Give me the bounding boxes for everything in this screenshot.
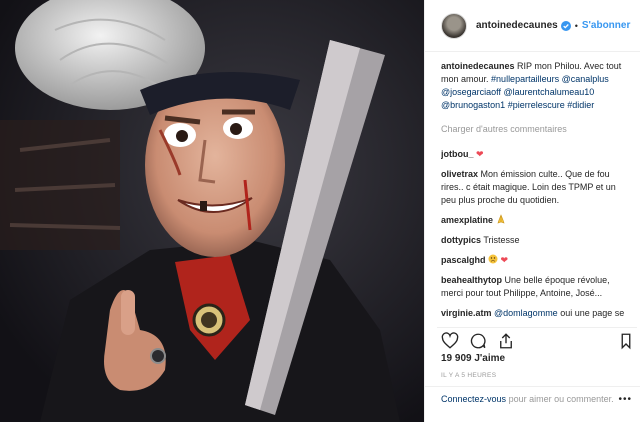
post-timestamp[interactable]: IL Y A 5 HEURES xyxy=(441,372,496,379)
praying-hands-emoji-icon xyxy=(497,214,505,224)
like-heart-icon[interactable] xyxy=(441,332,459,350)
separator-dot: • xyxy=(574,20,578,31)
caption-tag[interactable]: @josegarciaoff xyxy=(441,87,501,97)
caption-tag[interactable]: @laurentchalumeau10 xyxy=(504,87,595,97)
verified-badge-icon xyxy=(560,20,571,31)
comment-bubble-icon[interactable] xyxy=(469,332,487,350)
post-header: antoinedecaunes • S'abonner xyxy=(425,0,640,52)
comment-text: Tristesse xyxy=(483,235,520,245)
comments-list[interactable]: antoinedecaunes RIP mon Philou. Avec tou… xyxy=(441,53,631,323)
login-prompt: Connectez-vous pour aimer ou commenter. xyxy=(425,386,640,422)
header-username[interactable]: antoinedecaunes xyxy=(476,20,558,31)
comment: amexplatine xyxy=(441,214,631,227)
comment-username[interactable]: jotbou_ xyxy=(441,149,474,159)
post-photo[interactable] xyxy=(0,0,424,422)
comment-username[interactable]: beahealthytop xyxy=(441,275,502,285)
bookmark-icon[interactable] xyxy=(619,332,633,350)
caption-tag[interactable]: #pierrelescure xyxy=(508,100,565,110)
more-options-button[interactable]: ••• xyxy=(618,394,632,405)
comment-username[interactable]: virginie.atm xyxy=(441,308,492,318)
comment: dottypics Tristesse xyxy=(441,234,631,247)
caption-tag[interactable]: #nullepartailleurs xyxy=(491,74,559,84)
comment: virginie.atm @domlagomme oui une page se… xyxy=(441,307,631,323)
comment-username[interactable]: dottypics xyxy=(441,235,481,245)
share-upload-icon[interactable] xyxy=(497,332,515,350)
post-panel: antoinedecaunes • S'abonner antoinedecau… xyxy=(424,0,640,422)
heart-emoji-icon: ❤ xyxy=(500,255,509,265)
comment-username[interactable]: olivetrax xyxy=(441,169,478,179)
load-more-comments[interactable]: Charger d'autres commentaires xyxy=(441,123,631,136)
comment-username[interactable]: pascalghd xyxy=(441,255,486,265)
caption-username[interactable]: antoinedecaunes xyxy=(441,61,515,71)
comment-username[interactable]: amexplatine xyxy=(441,215,493,225)
comment: jotbou_ ❤ xyxy=(441,148,631,161)
sad-face-emoji-icon xyxy=(488,254,498,264)
login-link[interactable]: Connectez-vous xyxy=(441,394,506,404)
likes-count[interactable]: 19 909 J'aime xyxy=(441,353,505,364)
comment-mention[interactable]: @domlagomme xyxy=(494,308,558,318)
portrait-image xyxy=(0,0,424,422)
caption-tag[interactable]: #didier xyxy=(567,100,594,110)
caption: antoinedecaunes RIP mon Philou. Avec tou… xyxy=(441,60,631,112)
comment: beahealthytop Une belle époque révolue, … xyxy=(441,274,631,300)
comment: olivetrax Mon émission culte.. Que de fo… xyxy=(441,168,631,207)
action-bar xyxy=(437,327,637,351)
comment: pascalghd ❤ xyxy=(441,254,631,267)
caption-tag[interactable]: @canalplus xyxy=(562,74,609,84)
caption-tag[interactable]: @brunogaston1 xyxy=(441,100,505,110)
login-text: pour aimer ou commenter. xyxy=(508,394,614,404)
follow-button[interactable]: S'abonner xyxy=(582,20,631,31)
avatar[interactable] xyxy=(441,12,467,39)
heart-emoji-icon: ❤ xyxy=(476,149,484,159)
